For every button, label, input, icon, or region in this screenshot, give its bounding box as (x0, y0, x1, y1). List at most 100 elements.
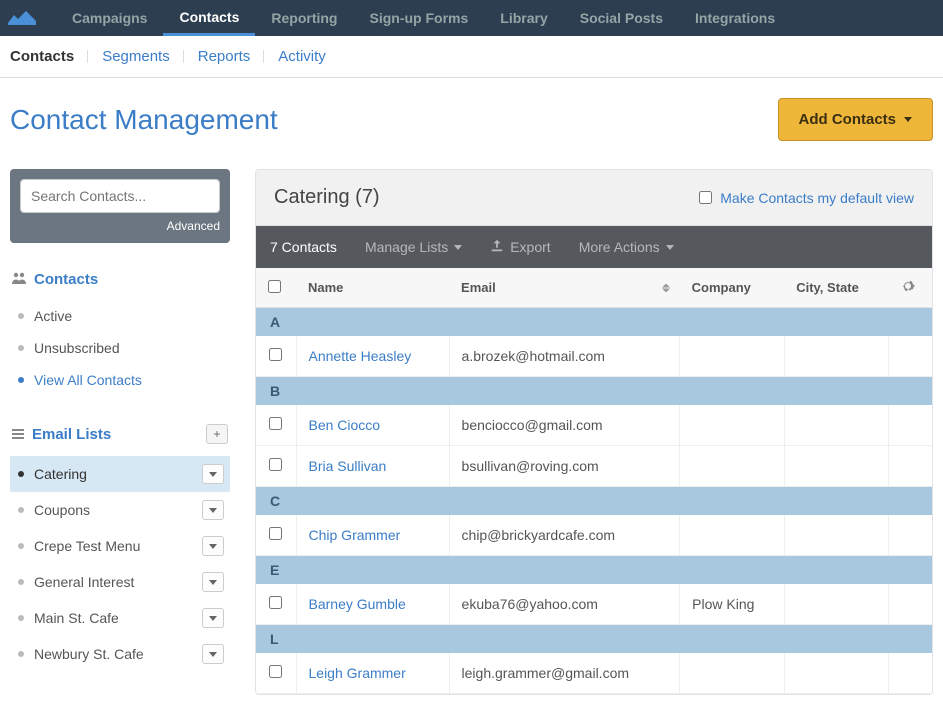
sidebar-item-view-all-contacts[interactable]: View All Contacts (10, 364, 230, 396)
contact-email: benciocco@gmail.com (449, 405, 680, 446)
sidebar-list-newbury-st.-cafe[interactable]: Newbury St. Cafe (10, 636, 230, 672)
sidebar-list-crepe-test-menu[interactable]: Crepe Test Menu (10, 528, 230, 564)
list-dropdown-button[interactable] (202, 464, 224, 484)
table-row: Annette Heasley a.brozek@hotmail.com (256, 336, 932, 377)
group-header: B (256, 377, 932, 406)
manage-lists-button[interactable]: Manage Lists (365, 239, 462, 255)
sub-navbar: Contacts Segments Reports Activity (0, 36, 943, 78)
group-header: E (256, 556, 932, 585)
topnav-campaigns[interactable]: Campaigns (56, 0, 163, 36)
contact-name-link[interactable]: Bria Sullivan (309, 458, 387, 474)
sidebar-list-main-st.-cafe[interactable]: Main St. Cafe (10, 600, 230, 636)
sidebar-item-unsubscribed[interactable]: Unsubscribed (10, 332, 230, 364)
contact-email: leigh.grammer@gmail.com (449, 653, 680, 694)
contact-email: a.brozek@hotmail.com (449, 336, 680, 377)
contact-city (784, 446, 888, 487)
topnav-contacts[interactable]: Contacts (163, 0, 255, 36)
contacts-table: Name Email Company City, State AAnnette … (256, 268, 932, 694)
subnav-segments[interactable]: Segments (102, 48, 170, 65)
contact-name-link[interactable]: Barney Gumble (309, 596, 406, 612)
gear-icon[interactable] (900, 282, 916, 297)
list-dropdown-button[interactable] (202, 500, 224, 520)
sidebar-item-active[interactable]: Active (10, 300, 230, 332)
contact-name-link[interactable]: Annette Heasley (309, 348, 412, 364)
bullet-icon (18, 313, 24, 319)
default-view-checkbox[interactable] (699, 191, 712, 204)
select-all-checkbox[interactable] (268, 280, 281, 293)
table-row: Barney Gumbleekuba76@yahoo.comPlow King (256, 584, 932, 625)
row-checkbox[interactable] (269, 458, 282, 471)
column-email[interactable]: Email (449, 268, 680, 308)
chevron-down-icon (209, 544, 217, 549)
row-checkbox[interactable] (269, 527, 282, 540)
bullet-icon (18, 615, 24, 621)
topnav-social-posts[interactable]: Social Posts (564, 0, 679, 36)
sidebar-list-coupons[interactable]: Coupons (10, 492, 230, 528)
column-city[interactable]: City, State (784, 268, 888, 308)
contact-city (784, 405, 888, 446)
bullet-icon (18, 471, 24, 477)
sidebar-heading-contacts: Contacts (34, 271, 98, 288)
contact-count: 7 Contacts (270, 239, 337, 255)
add-contacts-button[interactable]: Add Contacts (778, 98, 934, 141)
more-actions-button[interactable]: More Actions (579, 239, 674, 255)
export-icon (490, 239, 504, 256)
contact-name-link[interactable]: Leigh Grammer (309, 665, 406, 681)
column-company[interactable]: Company (680, 268, 785, 308)
contact-name-link[interactable]: Chip Grammer (309, 527, 401, 543)
contact-company (680, 515, 785, 556)
contact-email: bsullivan@roving.com (449, 446, 680, 487)
app-logo (8, 9, 36, 27)
chevron-down-icon (209, 508, 217, 513)
table-row: Leigh Grammer leigh.grammer@gmail.com (256, 653, 932, 694)
subnav-activity[interactable]: Activity (278, 48, 326, 65)
contact-city (784, 515, 888, 556)
contact-company (680, 405, 785, 446)
group-header: C (256, 487, 932, 516)
sort-icon (662, 283, 670, 292)
contact-city (784, 653, 888, 694)
default-view-link[interactable]: Make Contacts my default view (720, 190, 914, 206)
contact-email: chip@brickyardcafe.com (449, 515, 680, 556)
table-row: Chip Grammer chip@brickyardcafe.com (256, 515, 932, 556)
search-panel: Advanced (10, 169, 230, 243)
chevron-down-icon (454, 245, 462, 250)
chevron-down-icon (209, 652, 217, 657)
contact-company: Plow King (680, 584, 785, 625)
panel-title: Catering (7) (274, 186, 380, 209)
column-name[interactable]: Name (296, 268, 449, 308)
add-list-button[interactable]: + (206, 424, 228, 444)
topnav-integrations[interactable]: Integrations (679, 0, 791, 36)
sidebar-heading-email-lists: Email Lists (32, 426, 111, 443)
bullet-icon (18, 507, 24, 513)
list-dropdown-button[interactable] (202, 536, 224, 556)
sidebar-list-general-interest[interactable]: General Interest (10, 564, 230, 600)
topnav-library[interactable]: Library (484, 0, 563, 36)
row-checkbox[interactable] (269, 348, 282, 361)
page-title: Contact Management (10, 104, 278, 136)
subnav-reports[interactable]: Reports (198, 48, 251, 65)
topnav-sign-up-forms[interactable]: Sign-up Forms (353, 0, 484, 36)
row-checkbox[interactable] (269, 665, 282, 678)
row-checkbox[interactable] (269, 596, 282, 609)
row-checkbox[interactable] (269, 417, 282, 430)
contact-name-link[interactable]: Ben Ciocco (309, 417, 381, 433)
list-dropdown-button[interactable] (202, 572, 224, 592)
subnav-contacts[interactable]: Contacts (10, 48, 74, 65)
search-input[interactable] (21, 180, 220, 212)
contact-city (784, 584, 888, 625)
advanced-search-link[interactable]: Advanced (20, 219, 220, 233)
list-dropdown-button[interactable] (202, 608, 224, 628)
table-toolbar: 7 Contacts Manage Lists Export More Acti… (256, 226, 932, 268)
sidebar-list-catering[interactable]: Catering (10, 456, 230, 492)
contacts-panel: Catering (7) Make Contacts my default vi… (255, 169, 933, 695)
table-row: Bria Sullivan bsullivan@roving.com (256, 446, 932, 487)
chevron-down-icon (209, 580, 217, 585)
topnav-reporting[interactable]: Reporting (255, 0, 353, 36)
group-header: A (256, 308, 932, 337)
list-dropdown-button[interactable] (202, 644, 224, 664)
chevron-down-icon (904, 117, 912, 122)
contact-company (680, 653, 785, 694)
bullet-icon (18, 651, 24, 657)
export-button[interactable]: Export (490, 239, 550, 256)
